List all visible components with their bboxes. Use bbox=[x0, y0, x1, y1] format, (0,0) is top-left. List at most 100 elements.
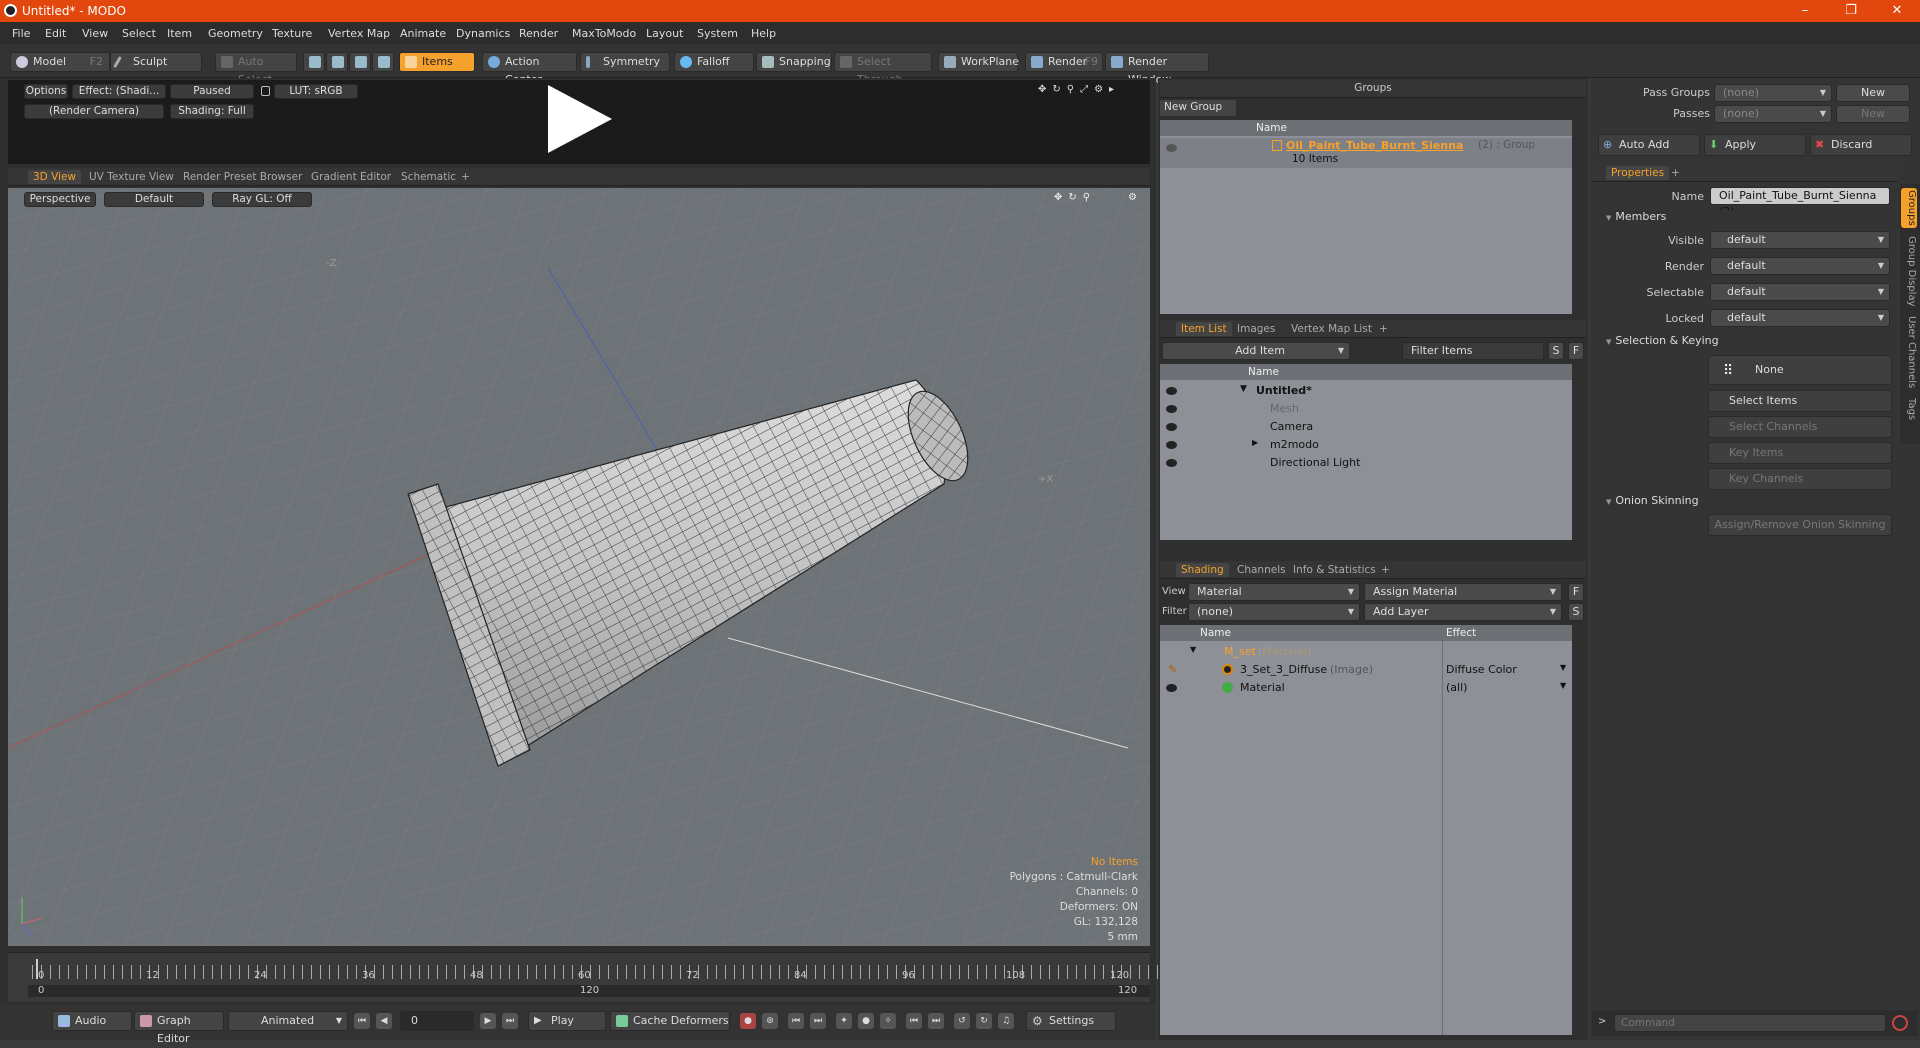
vertices-mode-button[interactable] bbox=[303, 52, 325, 72]
menu-texture[interactable]: Texture bbox=[272, 27, 312, 40]
auto-key-icon[interactable]: ⊛ bbox=[762, 1013, 778, 1029]
record-key-icon[interactable]: ● bbox=[740, 1013, 756, 1029]
menu-layout[interactable]: Layout bbox=[646, 27, 683, 40]
shader-row-image[interactable]: ✎ 3_Set_3_Diffuse (Image) Diffuse Color ▼ bbox=[1160, 661, 1572, 679]
tab-info-statistics[interactable]: Info & Statistics bbox=[1288, 563, 1381, 577]
visibility-eye-icon[interactable] bbox=[1166, 144, 1177, 152]
add-layer-dropdown[interactable]: Add Layer bbox=[1364, 603, 1562, 621]
shading-view-dropdown[interactable]: Material bbox=[1188, 583, 1360, 601]
command-input[interactable] bbox=[1614, 1014, 1886, 1032]
preview-shading-dropdown[interactable]: Shading: Full bbox=[170, 104, 254, 119]
tab-render-preset-browser[interactable]: Render Preset Browser bbox=[178, 170, 307, 184]
selection-keying-section[interactable]: Selection & Keying bbox=[1600, 334, 1896, 350]
pass-groups-dropdown[interactable]: (none) bbox=[1714, 84, 1832, 102]
sculpt-button[interactable]: Sculpt bbox=[110, 52, 202, 72]
group-name-input[interactable]: Oil_Paint_Tube_Burnt_Sienna (2) bbox=[1710, 187, 1890, 218]
preview-paused-button[interactable]: Paused bbox=[170, 84, 254, 99]
items-mode-button[interactable]: Items bbox=[399, 52, 475, 72]
animated-dropdown[interactable]: Animated ▼ bbox=[228, 1011, 348, 1031]
menu-vertex-map[interactable]: Vertex Map bbox=[328, 27, 390, 40]
prev-frame-icon[interactable]: ◀ bbox=[376, 1013, 392, 1029]
selection-set-none[interactable]: ⠿ None bbox=[1708, 355, 1892, 385]
preview-camera-dropdown[interactable]: (Render Camera) bbox=[24, 104, 164, 119]
side-tab-tags[interactable]: Tags bbox=[1901, 394, 1917, 424]
brush-icon[interactable]: ✎ bbox=[1168, 663, 1177, 676]
item-list[interactable]: Name ▼ Untitled* Mesh Camera ▶ m2modo Dire… bbox=[1160, 364, 1572, 540]
visibility-eye-icon[interactable] bbox=[1166, 684, 1177, 692]
group-row[interactable]: Oil_Paint_Tube_Burnt_Sienna (2) : Group … bbox=[1160, 138, 1572, 168]
apply-button[interactable]: ⬇ Apply bbox=[1704, 134, 1806, 156]
tab-3d-view[interactable]: 3D View bbox=[28, 170, 82, 184]
shading-filter-dropdown[interactable]: (none) bbox=[1188, 603, 1360, 621]
tab-channels[interactable]: Channels bbox=[1232, 563, 1291, 577]
preview-options-button[interactable]: Options bbox=[24, 84, 68, 99]
shader-row-material[interactable]: Material (all) ▼ bbox=[1160, 679, 1572, 697]
visibility-eye-icon[interactable] bbox=[1166, 405, 1177, 413]
render-window-button[interactable]: Render Window bbox=[1105, 52, 1209, 86]
action-center-button[interactable]: Action Center bbox=[482, 52, 577, 86]
menu-render[interactable]: Render bbox=[519, 27, 558, 40]
item-row-scene[interactable]: ▼ Untitled* bbox=[1160, 382, 1572, 400]
new-pass-button[interactable]: New bbox=[1836, 105, 1910, 123]
new-group-button[interactable]: New Group bbox=[1160, 100, 1236, 116]
maximize-button[interactable]: ❐ bbox=[1828, 0, 1874, 22]
jump-start-icon[interactable]: ⏮ bbox=[906, 1013, 922, 1029]
groups-list[interactable]: Name Oil_Paint_Tube_Burnt_Sienna (2) : G… bbox=[1160, 120, 1572, 314]
loop-icon[interactable]: ↺ bbox=[954, 1013, 970, 1029]
render-button[interactable]: Render F9 bbox=[1025, 52, 1103, 72]
item-row-directional-light[interactable]: Directional Light bbox=[1160, 454, 1572, 472]
menu-system[interactable]: System bbox=[697, 27, 738, 40]
shading-s-button[interactable]: S bbox=[1568, 603, 1584, 621]
preview-lut-dropdown[interactable]: LUT: sRGB bbox=[274, 84, 358, 99]
tab-properties[interactable]: Properties bbox=[1606, 166, 1670, 180]
3d-viewport[interactable]: Perspective Default Ray GL: Off ✥↻⚲ ⚙ -Z… bbox=[8, 188, 1150, 946]
preview-effect-dropdown[interactable]: Effect: (Shadi... bbox=[72, 84, 166, 99]
visibility-eye-icon[interactable] bbox=[1166, 459, 1177, 467]
item-row-camera[interactable]: Camera bbox=[1160, 418, 1572, 436]
shading-f-button[interactable]: F bbox=[1568, 583, 1584, 601]
next-frame-icon[interactable]: ▶ bbox=[480, 1013, 496, 1029]
key-channels-button[interactable]: Key Channels bbox=[1708, 468, 1892, 490]
close-button[interactable]: ✕ bbox=[1874, 0, 1920, 22]
item-row-mesh[interactable]: Mesh bbox=[1160, 400, 1572, 418]
add-item-dropdown[interactable]: Add Item bbox=[1162, 342, 1350, 360]
play-preview-icon[interactable] bbox=[548, 85, 612, 153]
frame-input[interactable]: 0 bbox=[400, 1011, 474, 1031]
members-section[interactable]: Members bbox=[1600, 210, 1896, 226]
menu-view[interactable]: View bbox=[82, 27, 108, 40]
polygons-mode-button[interactable] bbox=[349, 52, 371, 72]
audio-scrub-icon[interactable]: ♫ bbox=[998, 1013, 1014, 1029]
workplane-button[interactable]: WorkPlane bbox=[938, 52, 1019, 72]
tab-uv-texture-view[interactable]: UV Texture View bbox=[84, 170, 179, 184]
menu-item[interactable]: Item bbox=[167, 27, 192, 40]
assign-onion-skinning-button[interactable]: Assign/Remove Onion Skinning bbox=[1708, 514, 1892, 536]
falloff-button[interactable]: Falloff bbox=[674, 52, 754, 72]
passes-dropdown[interactable]: (none) bbox=[1714, 105, 1832, 123]
shader-tree[interactable]: Name Effect ▼ M_set (Material) ✎ 3_Set_3_Di… bbox=[1160, 625, 1572, 1035]
command-expand-icon[interactable]: > bbox=[1598, 1016, 1606, 1027]
last-frame-icon[interactable]: ⏭ bbox=[502, 1013, 518, 1029]
tab-gradient-editor[interactable]: Gradient Editor bbox=[306, 170, 396, 184]
key-items-button[interactable]: Key Items bbox=[1708, 442, 1892, 464]
record-icon[interactable]: ● bbox=[858, 1013, 874, 1029]
visible-dropdown[interactable]: default bbox=[1710, 231, 1890, 249]
snapping-button[interactable]: Snapping bbox=[756, 52, 832, 72]
viewport-settings-icon[interactable]: ⚙ bbox=[1128, 192, 1137, 203]
filter-items-input[interactable]: Filter Items bbox=[1402, 342, 1544, 360]
add-tab-button[interactable]: + bbox=[456, 170, 475, 184]
side-tab-groups[interactable]: Groups bbox=[1901, 188, 1917, 228]
render-dropdown[interactable]: default bbox=[1710, 257, 1890, 275]
symmetry-button[interactable]: Symmetry bbox=[580, 52, 670, 72]
assign-material-dropdown[interactable]: Assign Material bbox=[1364, 583, 1562, 601]
view-perspective-dropdown[interactable]: Perspective bbox=[24, 192, 96, 207]
play-button[interactable]: ▶ Play bbox=[528, 1011, 606, 1031]
tab-images[interactable]: Images bbox=[1232, 322, 1280, 336]
tab-schematic[interactable]: Schematic bbox=[396, 170, 461, 184]
prev-key-icon[interactable]: ⏮ bbox=[788, 1013, 804, 1029]
filter-s-button[interactable]: S bbox=[1548, 342, 1564, 360]
jump-end-icon[interactable]: ⏭ bbox=[928, 1013, 944, 1029]
cache-deformers-button[interactable]: Cache Deformers bbox=[610, 1011, 730, 1031]
locked-dropdown[interactable]: default bbox=[1710, 309, 1890, 327]
raygl-toggle[interactable]: Ray GL: Off bbox=[212, 192, 312, 207]
timeline-range-bar[interactable]: 0 120 120 bbox=[28, 985, 1150, 997]
